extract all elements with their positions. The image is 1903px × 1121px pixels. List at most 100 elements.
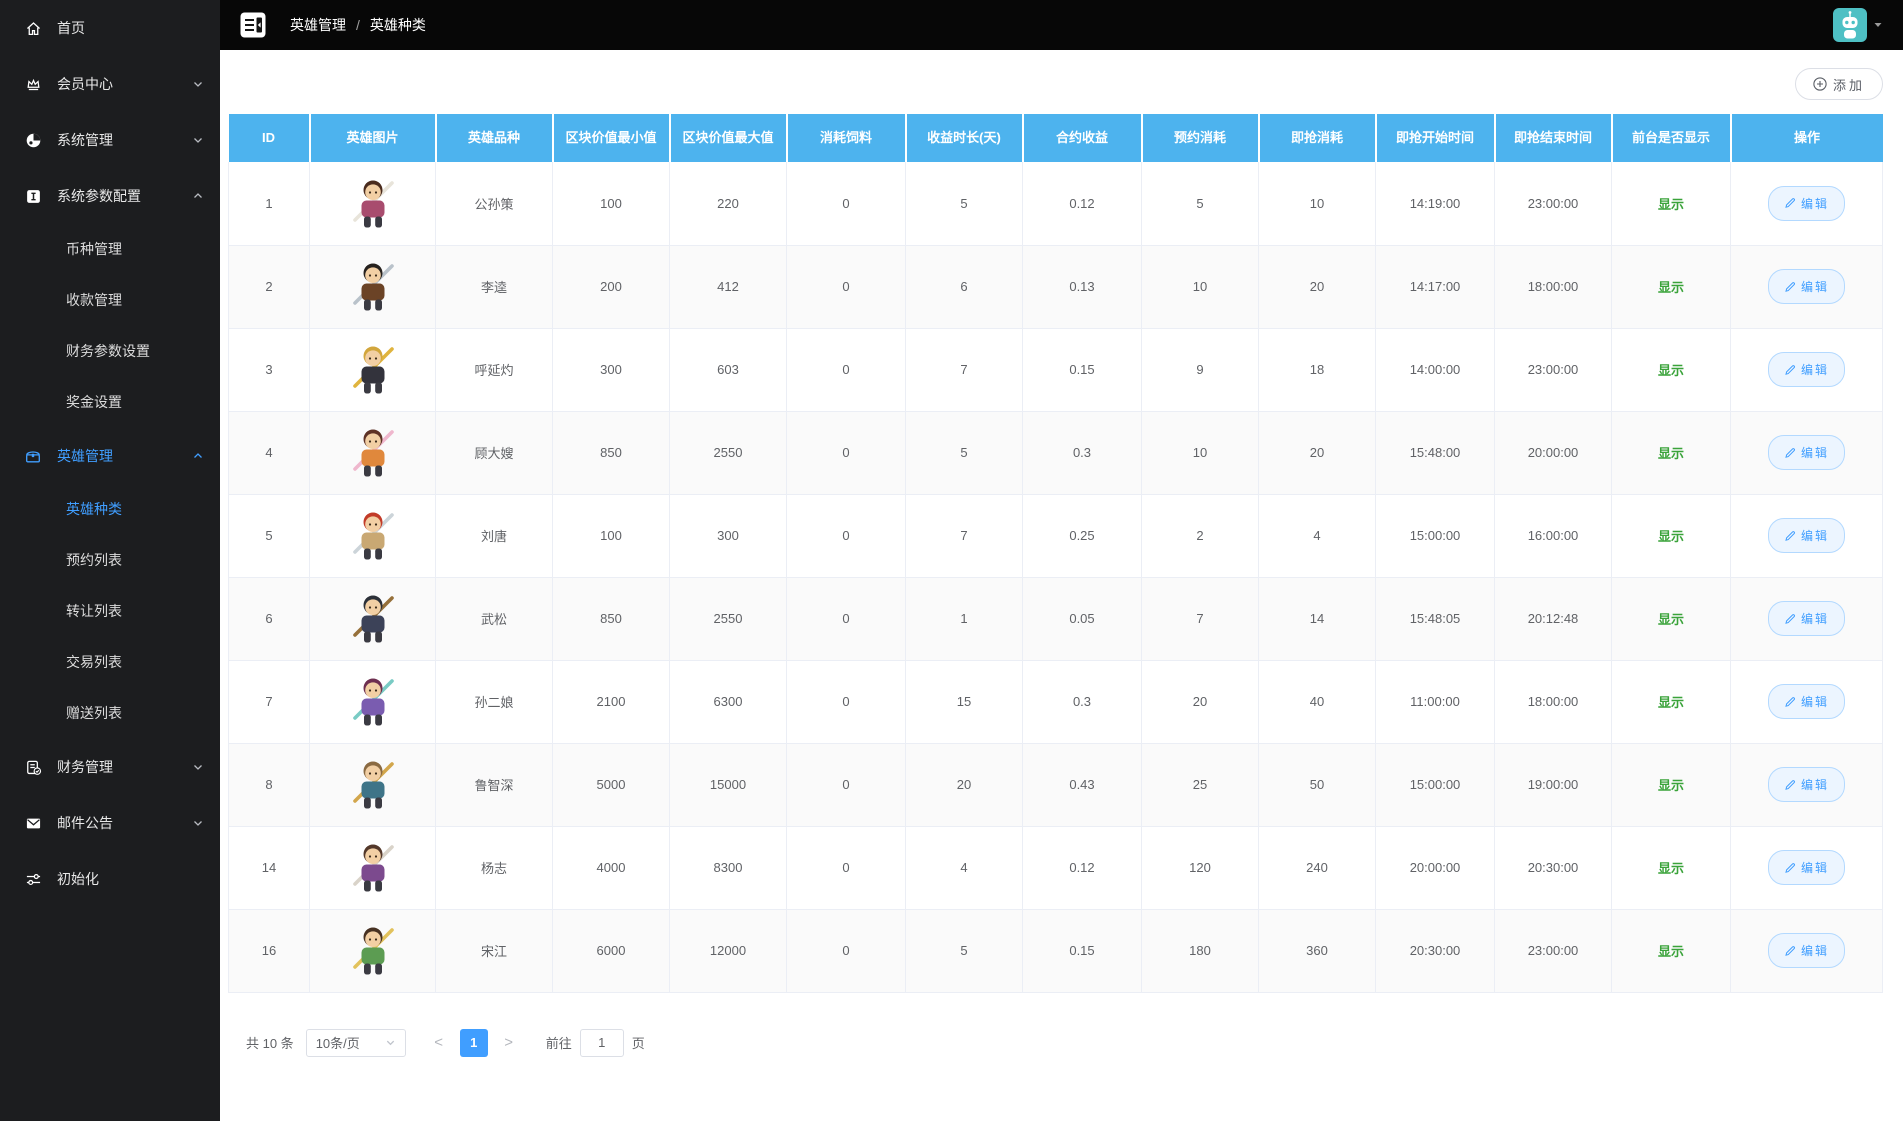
prev-page-button[interactable]: < (423, 1028, 454, 1057)
cell-actions: 编辑 (1730, 577, 1883, 661)
sidebar-item-label: 英雄管理 (57, 448, 113, 464)
cell-id: 7 (228, 660, 310, 744)
edit-button-label: 编辑 (1800, 363, 1829, 378)
visibility-toggle[interactable]: 显示 (1658, 197, 1684, 212)
table-row: 8 鲁智深 5000 15000 0 20 0.43 25 50 15:00:00 19:00:0… (228, 743, 1883, 827)
edit-button[interactable]: 编辑 (1767, 435, 1845, 471)
column-header-10: 即抢开始时间 (1375, 114, 1496, 163)
sidebar-item-label: 会员中心 (57, 76, 113, 92)
hero-image-cell (309, 743, 436, 827)
visibility-toggle[interactable]: 显示 (1658, 446, 1684, 461)
sidebar-subitem-4-0[interactable]: 英雄种类 (0, 484, 220, 535)
goto-unit-label: 页 (631, 1036, 645, 1052)
sidebar-item-0[interactable]: 首页 (0, 0, 220, 56)
pencil-icon (1784, 613, 1796, 625)
edit-button[interactable]: 编辑 (1767, 518, 1845, 554)
visibility-toggle[interactable]: 显示 (1658, 280, 1684, 295)
sidebar-subitem-3-3[interactable]: 奖金设置 (0, 377, 220, 428)
page-size-select[interactable]: 10条/页 (305, 1028, 406, 1057)
menu-collapse-icon[interactable] (240, 12, 266, 38)
sidebar-item-3[interactable]: 系统参数配置 (0, 168, 220, 224)
visibility-toggle[interactable]: 显示 (1658, 861, 1684, 876)
sidebar-subitem-4-1[interactable]: 预约列表 (0, 535, 220, 586)
chest-icon (24, 447, 42, 465)
table-row: 5 刘唐 100 300 0 7 0.25 2 4 15:00:00 16:00:00 显示 编辑 (228, 494, 1883, 578)
sidebar-subitem-3-2[interactable]: 财务参数设置 (0, 326, 220, 377)
page-number-current[interactable]: 1 (459, 1028, 488, 1057)
visibility-toggle[interactable]: 显示 (1658, 695, 1684, 710)
pencil-icon (1784, 945, 1796, 957)
cell-grab: 40 (1258, 660, 1376, 744)
pencil-icon (1784, 364, 1796, 376)
cell-profit: 0.12 (1022, 826, 1142, 910)
visibility-toggle[interactable]: 显示 (1658, 944, 1684, 959)
edit-button[interactable]: 编辑 (1767, 933, 1845, 969)
visibility-toggle[interactable]: 显示 (1658, 529, 1684, 544)
edit-button[interactable]: 编辑 (1767, 352, 1845, 388)
crown-icon (24, 75, 42, 93)
info-square-icon (24, 187, 42, 205)
cell-min: 2100 (552, 660, 670, 744)
cell-id: 14 (228, 826, 310, 910)
cell-end: 20:12:48 (1494, 577, 1612, 661)
breadcrumb: 英雄管理 / 英雄种类 (290, 15, 426, 35)
chevron-up-icon (192, 190, 204, 202)
hero-image-cell (309, 328, 436, 412)
sidebar-item-label: 财务管理 (57, 759, 113, 775)
chevron-down-icon (192, 134, 204, 146)
sidebar-item-5[interactable]: 财务管理 (0, 739, 220, 795)
edit-button[interactable]: 编辑 (1767, 850, 1845, 886)
sidebar-subitem-4-4[interactable]: 赠送列表 (0, 688, 220, 739)
cell-name: 鲁智深 (435, 743, 553, 827)
mail-icon (24, 814, 42, 832)
sidebar-item-2[interactable]: 系统管理 (0, 112, 220, 168)
visibility-toggle[interactable]: 显示 (1658, 612, 1684, 627)
edit-button[interactable]: 编辑 (1767, 185, 1845, 221)
cell-name: 李逵 (435, 245, 553, 329)
goto-page-input[interactable] (579, 1028, 624, 1057)
cell-reserve: 20 (1141, 660, 1259, 744)
cell-max: 603 (669, 328, 787, 412)
chevron-down-icon (192, 761, 204, 773)
edit-button-label: 编辑 (1800, 280, 1829, 295)
cell-visible: 显示 (1611, 660, 1731, 744)
column-header-2: 英雄品种 (435, 114, 554, 163)
breadcrumb-item[interactable]: 英雄管理 (290, 15, 346, 35)
pagination: 共 10 条 10条/页 < 1 > 前往 页 (246, 1028, 1903, 1057)
sidebar-subitem-3-1[interactable]: 收款管理 (0, 275, 220, 326)
cell-end: 18:00:00 (1494, 660, 1612, 744)
sidebar-subitem-4-3[interactable]: 交易列表 (0, 637, 220, 688)
visibility-toggle[interactable]: 显示 (1658, 778, 1684, 793)
next-page-button[interactable]: > (493, 1028, 524, 1057)
sidebar-item-6[interactable]: 邮件公告 (0, 795, 220, 851)
add-button[interactable]: 添加 (1794, 68, 1883, 100)
edit-button[interactable]: 编辑 (1767, 767, 1845, 803)
cell-min: 100 (552, 162, 670, 246)
avatar[interactable] (1833, 8, 1867, 42)
edit-button[interactable]: 编辑 (1767, 684, 1845, 720)
sidebar-item-4[interactable]: 英雄管理 (0, 428, 220, 484)
cell-max: 12000 (669, 909, 787, 993)
cell-end: 23:00:00 (1494, 909, 1612, 993)
sidebar-item-7[interactable]: 初始化 (0, 851, 220, 907)
edit-button[interactable]: 编辑 (1767, 601, 1845, 637)
hero-sprite (342, 844, 404, 898)
cell-min: 100 (552, 494, 670, 578)
cell-max: 8300 (669, 826, 787, 910)
chevron-up-icon (192, 450, 204, 462)
hero-sprite (342, 180, 404, 234)
cell-visible: 显示 (1611, 826, 1731, 910)
sidebar-subitem-3-0[interactable]: 币种管理 (0, 224, 220, 275)
visibility-toggle[interactable]: 显示 (1658, 363, 1684, 378)
edit-button[interactable]: 编辑 (1767, 269, 1845, 305)
cell-id: 4 (228, 411, 310, 495)
cell-visible: 显示 (1611, 743, 1731, 827)
cell-actions: 编辑 (1730, 411, 1883, 495)
caret-down-icon[interactable] (1873, 20, 1883, 30)
sidebar-subitem-4-2[interactable]: 转让列表 (0, 586, 220, 637)
cell-start: 14:19:00 (1375, 162, 1495, 246)
cell-end: 23:00:00 (1494, 162, 1612, 246)
cell-feed: 0 (786, 411, 906, 495)
cell-max: 15000 (669, 743, 787, 827)
sidebar-item-1[interactable]: 会员中心 (0, 56, 220, 112)
